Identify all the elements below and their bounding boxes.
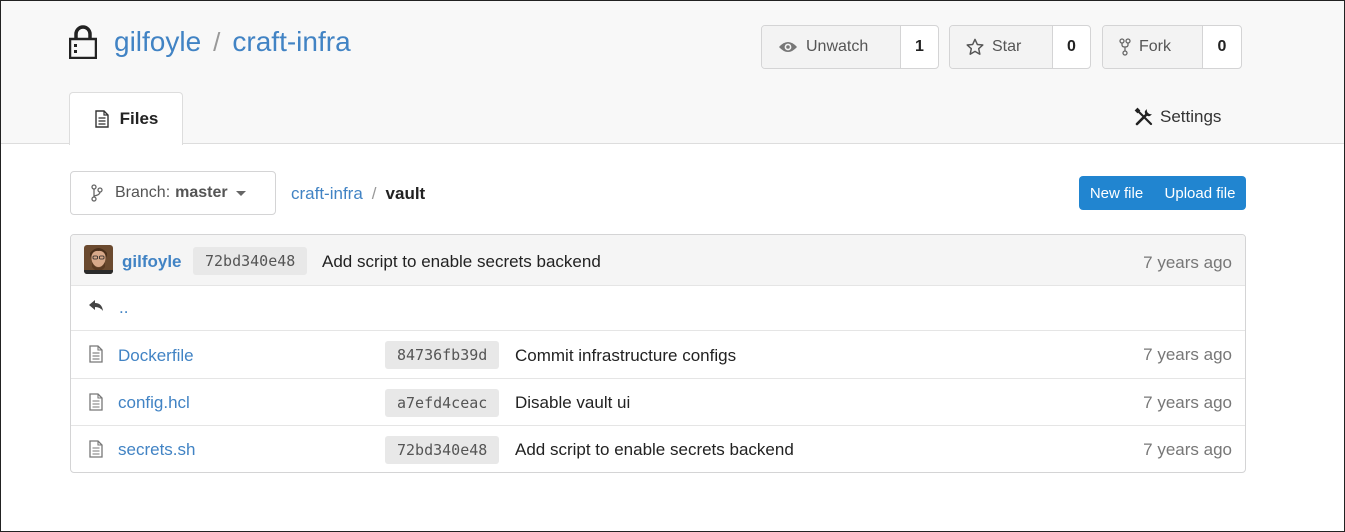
file-icon bbox=[89, 393, 103, 411]
star-button-group: Star 0 bbox=[949, 25, 1091, 69]
commit-sha-badge[interactable]: 72bd340e48 bbox=[193, 247, 308, 275]
table-row: Dockerfile 84736fb39d Commit infrastruct… bbox=[71, 331, 1245, 379]
latest-commit-row: gilfoyle 72bd340e48 Add script to enable… bbox=[71, 235, 1245, 286]
unwatch-button[interactable]: Unwatch bbox=[762, 26, 901, 68]
fork-icon bbox=[1119, 38, 1131, 56]
branch-prefix: Branch: bbox=[115, 184, 171, 201]
fork-button[interactable]: Fork bbox=[1103, 26, 1203, 68]
file-name-link[interactable]: config.hcl bbox=[118, 393, 190, 413]
fork-label: Fork bbox=[1139, 38, 1171, 55]
stars-count[interactable]: 0 bbox=[1053, 26, 1090, 68]
upload-file-button[interactable]: Upload file bbox=[1154, 176, 1246, 210]
repo-title-separator: / bbox=[213, 26, 221, 57]
fork-button-group: Fork 0 bbox=[1102, 25, 1242, 69]
commit-time: 7 years ago bbox=[1143, 345, 1232, 364]
reply-arrow-icon bbox=[89, 300, 103, 311]
tab-settings-label: Settings bbox=[1160, 107, 1222, 126]
commit-time: 7 years ago bbox=[1143, 253, 1232, 272]
commit-time: 7 years ago bbox=[1143, 440, 1232, 459]
commit-sha-badge[interactable]: a7efd4ceac bbox=[385, 389, 500, 417]
star-button[interactable]: Star bbox=[950, 26, 1053, 68]
commit-sha-badge[interactable]: 72bd340e48 bbox=[385, 436, 500, 464]
commit-sha-badge[interactable]: 84736fb39d bbox=[385, 341, 500, 369]
branch-selector[interactable]: Branch: master bbox=[70, 171, 276, 215]
repo-title: gilfoyle / craft-infra bbox=[69, 25, 351, 59]
tab-files[interactable]: Files bbox=[69, 92, 183, 145]
repo-owner-link[interactable]: gilfoyle bbox=[114, 26, 201, 58]
breadcrumb-separator: / bbox=[371, 184, 377, 203]
commit-message: Add script to enable secrets backend bbox=[515, 440, 794, 459]
branch-name: master bbox=[175, 184, 228, 201]
star-label: Star bbox=[992, 38, 1022, 55]
commit-author-link[interactable]: gilfoyle bbox=[122, 252, 182, 272]
file-icon bbox=[89, 345, 103, 363]
star-icon bbox=[966, 38, 984, 55]
commit-message: Disable vault ui bbox=[515, 393, 631, 412]
repo-header: gilfoyle / craft-infra Unwatch 1 Star 0 bbox=[1, 1, 1344, 145]
file-action-buttons: New file Upload file bbox=[1079, 176, 1246, 210]
tools-icon bbox=[1134, 107, 1153, 126]
forks-count[interactable]: 0 bbox=[1203, 26, 1241, 68]
eye-icon bbox=[779, 42, 797, 52]
file-text-icon bbox=[94, 110, 109, 128]
table-row: config.hcl a7efd4ceac Disable vault ui 7… bbox=[71, 379, 1245, 426]
commit-message: Add script to enable secrets backend bbox=[322, 252, 601, 271]
parent-directory-link[interactable]: .. bbox=[119, 298, 128, 318]
table-row: secrets.sh 72bd340e48 Add script to enab… bbox=[71, 426, 1245, 472]
file-name-link[interactable]: secrets.sh bbox=[118, 440, 195, 460]
commit-message: Commit infrastructure configs bbox=[515, 346, 737, 365]
chevron-down-icon bbox=[235, 190, 246, 196]
file-icon bbox=[89, 440, 103, 458]
file-table: gilfoyle 72bd340e48 Add script to enable… bbox=[70, 234, 1246, 473]
commit-time: 7 years ago bbox=[1143, 393, 1232, 412]
file-name-link[interactable]: Dockerfile bbox=[118, 346, 194, 366]
avatar[interactable] bbox=[84, 245, 113, 274]
tab-files-label: Files bbox=[119, 109, 159, 128]
branch-icon bbox=[91, 184, 103, 202]
breadcrumb-repo-link[interactable]: craft-infra bbox=[291, 184, 363, 204]
watch-button-group: Unwatch 1 bbox=[761, 25, 939, 69]
breadcrumb-current-dir: vault bbox=[385, 184, 426, 203]
tab-settings[interactable]: Settings bbox=[1134, 107, 1221, 127]
breadcrumb: craft-infra / vault bbox=[291, 184, 425, 204]
lock-icon bbox=[69, 25, 97, 59]
parent-directory-row[interactable]: .. bbox=[71, 286, 1245, 331]
new-file-button[interactable]: New file bbox=[1079, 176, 1154, 210]
watchers-count[interactable]: 1 bbox=[901, 26, 938, 68]
unwatch-label: Unwatch bbox=[806, 38, 869, 55]
repo-name-link[interactable]: craft-infra bbox=[232, 26, 350, 58]
